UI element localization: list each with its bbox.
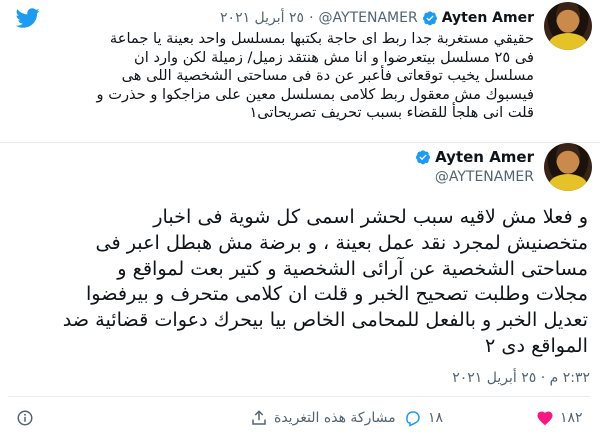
tweet-line: مساحتى الشخصية عن آرائى الشخصية و كتير ب… bbox=[117, 256, 588, 280]
author-avatar[interactable] bbox=[544, 2, 592, 50]
tweet-line: حقيقي مستغربة جدا ربط اى حاجة بكتبها بمس… bbox=[109, 30, 534, 47]
share-label: مشاركة هذه التغريدة bbox=[274, 410, 396, 426]
info-icon bbox=[17, 410, 33, 426]
verified-badge-icon bbox=[416, 150, 431, 165]
tweet-line: متخصنيش لمجرد نقد عمل بعينة ، و برضة مش … bbox=[95, 230, 588, 254]
tweet-line: مجلات وطلبت تصحيح الخبر و قلت ان كلامى م… bbox=[85, 282, 588, 306]
parent-tweet[interactable]: ٢٥ أبريل ٢٠٢١ · @AYTENAMER Ayten Amer حق… bbox=[0, 0, 600, 143]
tweet-header: Ayten Amer @AYTENAMER bbox=[415, 148, 534, 185]
author-handle[interactable]: @AYTENAMER bbox=[415, 169, 534, 185]
like-count: ١٨٢ bbox=[560, 410, 583, 426]
action-bar: ١٨٢ ١٨ مشاركة هذه التغريدة bbox=[0, 409, 600, 439]
like-button[interactable]: ١٨٢ bbox=[536, 409, 583, 427]
tweet-body: حقيقي مستغربة جدا ربط اى حاجة بكتبها بمس… bbox=[14, 30, 534, 123]
reply-count: ١٨ bbox=[428, 410, 444, 426]
author-name[interactable]: Ayten Amer bbox=[435, 148, 534, 166]
tweet-line: قلت انى هلجأ للقضاء بسبب تحريف تصريحاتى١ bbox=[249, 104, 534, 122]
share-icon bbox=[252, 410, 266, 425]
author-handle[interactable]: @AYTENAMER bbox=[319, 10, 418, 26]
author-avatar[interactable] bbox=[544, 143, 592, 191]
reply-button[interactable]: ١٨ bbox=[404, 409, 443, 427]
tweet-line: تعديل الخبر و بالفعل للمحامى الخاص بيا ب… bbox=[62, 308, 588, 332]
author-name[interactable]: Ayten Amer bbox=[442, 10, 534, 26]
tweet-line: المواقع دى ٢ bbox=[485, 333, 588, 357]
separator: · bbox=[309, 10, 314, 26]
tweet-line: فى ٢٥ مسلسل بيتعرضوا و انا مش هنتقد زميل… bbox=[134, 48, 534, 66]
heart-icon bbox=[537, 411, 553, 426]
author-name-row[interactable]: Ayten Amer bbox=[415, 148, 534, 166]
tweet-timestamp[interactable]: ٢:٣٢ م · ٢٥ أبريل ٢٠٢١ bbox=[452, 370, 590, 386]
info-button[interactable] bbox=[16, 409, 34, 427]
verified-badge-icon bbox=[422, 11, 437, 26]
tweet-header: ٢٥ أبريل ٢٠٢١ · @AYTENAMER Ayten Amer bbox=[220, 8, 534, 28]
reply-icon bbox=[406, 411, 420, 427]
twitter-bird-icon[interactable] bbox=[14, 6, 42, 30]
tweet-line: و فعلا مش لاقيه سبب لحشر اسمى كل شوية فى… bbox=[153, 205, 588, 228]
tweet-line: مسلسل يخيب توقعاتى فأعبر عن دة فى مساحتى… bbox=[121, 67, 534, 85]
divider bbox=[8, 396, 590, 397]
tweet-line: فيسبوك مش معقول ربط كلامى بمسلسل معين عل… bbox=[96, 85, 534, 103]
tweet-body: و فعلا مش لاقيه سبب لحشر اسمى كل شوية فى… bbox=[10, 204, 588, 359]
share-button[interactable]: مشاركة هذه التغريدة bbox=[250, 409, 396, 427]
tweet-date[interactable]: ٢٥ أبريل ٢٠٢١ bbox=[220, 10, 304, 26]
